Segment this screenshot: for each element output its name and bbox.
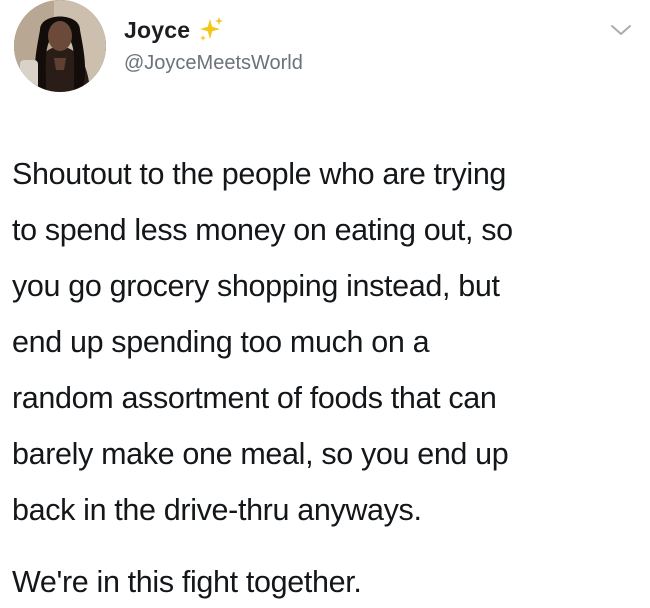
tweet-text-line: end up spending too much on a (12, 325, 430, 359)
tweet-card: Joyce @JoyceMeetsWorld Shoutout to the p… (0, 0, 650, 608)
author-name-row[interactable]: Joyce (124, 16, 226, 44)
display-name[interactable]: Joyce (124, 16, 190, 44)
tweet-text-line: Shoutout to the people who are trying (12, 157, 507, 191)
avatar[interactable] (14, 0, 106, 92)
tweet-text-line: back in the drive-thru anyways. (12, 493, 422, 527)
tweet-text: Shoutout to the people who are trying to… (12, 146, 642, 538)
sparkles-icon (196, 15, 226, 45)
tweet-closing-text: We're in this fight together. (12, 565, 362, 599)
tweet-text-line: random assortment of foods that can (12, 381, 497, 415)
tweet-text-line: barely make one meal, so you end up (12, 437, 509, 471)
tweet-text-line: to spend less money on eating out, so (12, 213, 513, 247)
chevron-down-icon[interactable] (610, 22, 632, 38)
tweet-text-line: you go grocery shopping instead, but (12, 269, 500, 303)
author-handle[interactable]: @JoyceMeetsWorld (124, 51, 303, 75)
avatar-photo (14, 0, 106, 92)
